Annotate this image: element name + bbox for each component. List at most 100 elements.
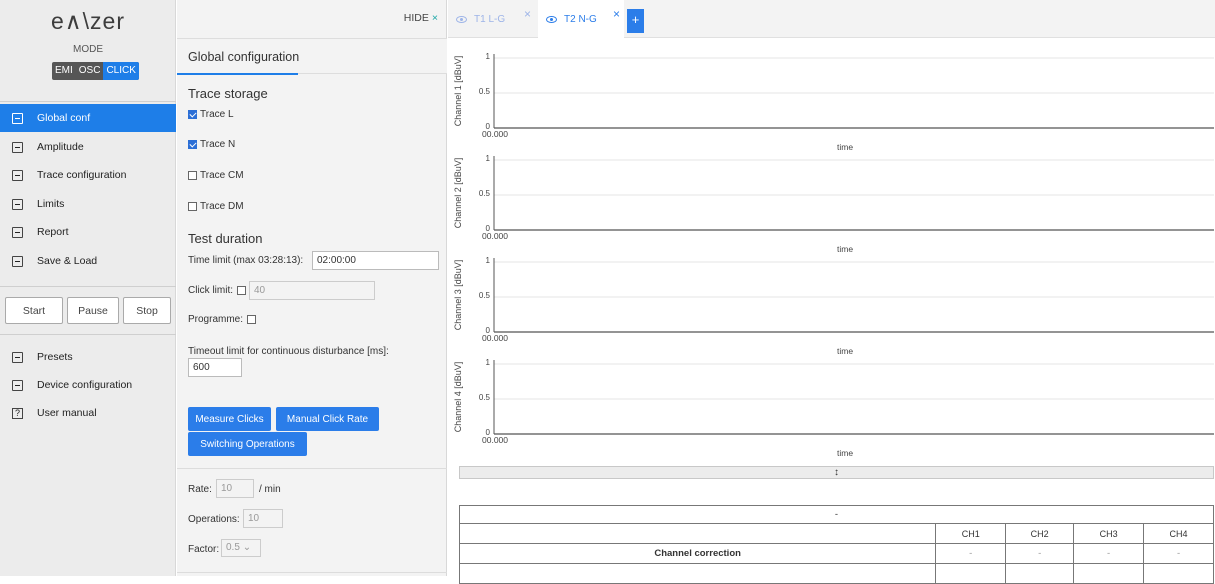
column-header-ch3: CH3 bbox=[1073, 523, 1145, 544]
manual-click-rate-button[interactable]: Manual Click Rate bbox=[276, 407, 379, 431]
square-icon bbox=[12, 198, 23, 210]
pause-button[interactable]: Pause bbox=[67, 297, 119, 324]
trace-cm-label: Trace CM bbox=[200, 170, 244, 181]
y-tick-label: 1 bbox=[485, 358, 490, 367]
trace-dm-row: Trace DM bbox=[188, 201, 244, 212]
cell-value: - bbox=[1143, 543, 1214, 564]
table-collapse-toggle[interactable]: - bbox=[459, 505, 1214, 524]
x-tick-label: 00.000 bbox=[482, 129, 508, 139]
factor-label: Factor: bbox=[188, 544, 220, 555]
x-axis-label: time bbox=[837, 142, 854, 152]
grid-icon bbox=[12, 112, 23, 124]
cell-value: - bbox=[1005, 543, 1075, 564]
add-tab-button[interactable]: + bbox=[627, 9, 644, 33]
close-tab-t1-icon[interactable]: × bbox=[524, 7, 531, 21]
cell-empty bbox=[1005, 563, 1075, 584]
trace-cm-checkbox[interactable] bbox=[188, 171, 197, 180]
sidebar-item-device-configuration[interactable]: Device configuration bbox=[0, 371, 176, 399]
y-tick-label: 0.5 bbox=[478, 189, 490, 198]
factor-select[interactable]: 0.5 ⌄ bbox=[221, 539, 261, 557]
sidebar-item-presets[interactable]: Presets bbox=[0, 343, 176, 371]
tab-label: T1 L-G bbox=[474, 13, 506, 25]
stop-button[interactable]: Stop bbox=[123, 297, 171, 324]
trace-l-label: Trace L bbox=[200, 109, 234, 120]
table-header-empty bbox=[458, 523, 937, 544]
click-limit-checkbox[interactable] bbox=[237, 286, 246, 295]
time-limit-input[interactable] bbox=[312, 251, 439, 270]
mode-switch: EMI OSC CLICK bbox=[52, 62, 139, 80]
y-tick-label: 1 bbox=[485, 154, 490, 163]
cell-empty bbox=[1073, 563, 1145, 584]
tab-label: T2 N-G bbox=[564, 13, 597, 25]
mode-emi-button[interactable]: EMI bbox=[52, 62, 76, 80]
chart-grid bbox=[493, 54, 1214, 435]
tab-t1-l-g[interactable]: T1 L-G bbox=[448, 0, 535, 38]
programme-checkbox[interactable] bbox=[247, 315, 256, 324]
sidebar-item-label: Save & Load bbox=[37, 255, 98, 267]
waveform-icon bbox=[12, 141, 23, 153]
trace-n-checkbox[interactable] bbox=[188, 140, 197, 149]
y-tick-label: 0.5 bbox=[478, 291, 490, 300]
x-tick-label: 00.000 bbox=[482, 435, 508, 445]
click-limit-text: Click limit: bbox=[188, 285, 233, 296]
mode-label: MODE bbox=[73, 44, 103, 55]
column-header-ch1: CH1 bbox=[935, 523, 1007, 544]
divider bbox=[0, 286, 176, 287]
test-duration-heading: Test duration bbox=[188, 231, 263, 246]
measure-clicks-button[interactable]: Measure Clicks bbox=[188, 407, 271, 431]
resize-handle[interactable]: ↕ bbox=[459, 466, 1214, 479]
sidebar-item-label: User manual bbox=[37, 407, 97, 419]
gear-icon bbox=[12, 379, 23, 391]
tab-global-configuration[interactable]: Global configuration bbox=[177, 38, 447, 75]
factor-value: 0.5 bbox=[226, 542, 240, 553]
x-axis-label: time bbox=[837, 244, 854, 254]
sidebar-item-label: Report bbox=[37, 226, 69, 238]
y-tick-label: 1 bbox=[485, 256, 490, 265]
x-tick-label: 00.000 bbox=[482, 231, 508, 241]
trace-l-checkbox[interactable] bbox=[188, 110, 197, 119]
rate-input[interactable] bbox=[216, 479, 254, 498]
sidebar-item-label: Trace configuration bbox=[37, 169, 127, 181]
sidebar-item-trace-configuration[interactable]: Trace configuration bbox=[0, 161, 176, 189]
divider bbox=[177, 468, 447, 469]
grid-icon bbox=[12, 169, 23, 181]
programme-label: Programme: bbox=[188, 314, 244, 325]
hide-panel-button[interactable]: HIDE × bbox=[404, 12, 438, 24]
sidebar-item-save-load[interactable]: Save & Load bbox=[0, 247, 176, 275]
time-limit-label: Time limit (max 03:28:13): bbox=[188, 255, 304, 266]
tab-t2-n-g[interactable]: T2 N-G bbox=[538, 0, 624, 38]
sidebar-item-limits[interactable]: Limits bbox=[0, 190, 176, 218]
cell-empty bbox=[1143, 563, 1214, 584]
trace-dm-checkbox[interactable] bbox=[188, 202, 197, 211]
divider bbox=[177, 572, 447, 573]
sidebar-item-user-manual[interactable]: ? User manual bbox=[0, 399, 176, 427]
start-button[interactable]: Start bbox=[5, 297, 63, 324]
x-axis-label: time bbox=[837, 346, 854, 356]
operations-input[interactable] bbox=[243, 509, 283, 528]
column-header-ch2: CH2 bbox=[1005, 523, 1075, 544]
eye-icon bbox=[546, 15, 557, 23]
active-tab-indicator bbox=[177, 73, 298, 75]
charts-area: Channel 1 [dBuV] 1 0.5 0 00.000 time Channel 2… bbox=[448, 38, 1215, 483]
divider bbox=[0, 334, 176, 335]
sidebar-item-amplitude[interactable]: Amplitude bbox=[0, 133, 176, 161]
cell-empty bbox=[935, 563, 1007, 584]
switching-operations-button[interactable]: Switching Operations bbox=[188, 432, 307, 456]
y-axis-label: Channel 1 [dBuV] bbox=[453, 55, 463, 127]
trace-dm-label: Trace DM bbox=[200, 201, 244, 212]
click-limit-input[interactable] bbox=[249, 281, 375, 300]
trace-n-row: Trace N bbox=[188, 139, 235, 150]
sidebar-item-label: Amplitude bbox=[37, 141, 84, 153]
help-icon: ? bbox=[12, 407, 23, 419]
timeout-input[interactable] bbox=[188, 358, 242, 377]
close-tab-t2-icon[interactable]: × bbox=[613, 7, 620, 21]
mode-osc-button[interactable]: OSC bbox=[76, 62, 104, 80]
document-icon bbox=[12, 226, 23, 238]
mode-click-button[interactable]: CLICK bbox=[103, 62, 139, 80]
sidebar-item-report[interactable]: Report bbox=[0, 218, 176, 246]
sidebar-item-label: Device configuration bbox=[37, 379, 133, 391]
rate-label: Rate: bbox=[188, 484, 212, 495]
y-axis-label: Channel 2 [dBuV] bbox=[453, 157, 463, 229]
trace-storage-heading: Trace storage bbox=[188, 86, 268, 101]
sidebar-item-global-conf[interactable]: Global conf bbox=[0, 104, 176, 132]
